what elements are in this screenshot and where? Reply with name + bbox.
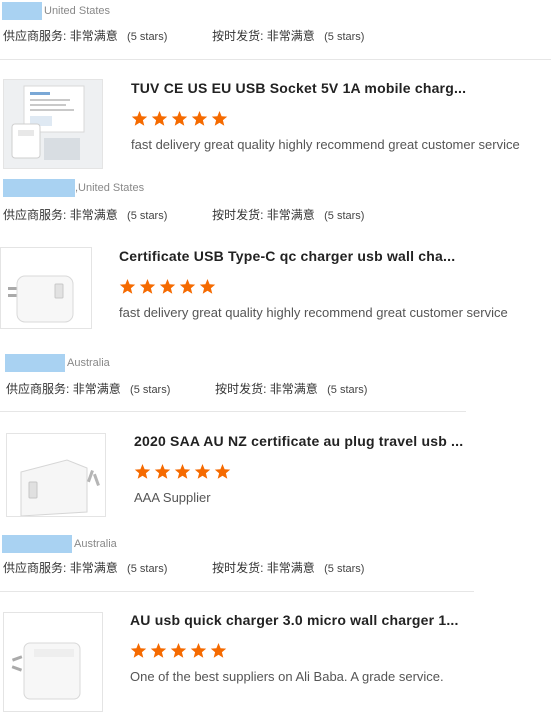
- star-icon: [194, 464, 211, 479]
- reviewer-country: Australia: [74, 538, 117, 550]
- star-icon: [150, 643, 167, 658]
- delivery-label: 按时发货:: [212, 561, 264, 575]
- supplier-service-value: 非常满意: [69, 561, 118, 575]
- review-comment: AAA Supplier: [134, 490, 211, 505]
- supplier-service-stars: (5 stars): [127, 210, 168, 222]
- product-title[interactable]: 2020 SAA AU NZ certificate au plug trave…: [134, 433, 463, 449]
- supplier-service-label: 供应商服务:: [3, 29, 67, 43]
- delivery-label: 按时发货:: [212, 208, 264, 222]
- charger-image: [1, 248, 91, 328]
- product-thumbnail[interactable]: [0, 247, 92, 329]
- delivery-stars: (5 stars): [324, 210, 365, 222]
- star-rating: [119, 278, 216, 295]
- supplier-service-label: 供应商服务:: [6, 382, 70, 396]
- delivery-value: 非常满意: [269, 382, 318, 396]
- rating-summary: 供应商服务: 非常满意 (5 stars) 按时发货: 非常满意 (5 star…: [3, 560, 364, 577]
- reviewer-country: ,United States: [75, 182, 145, 194]
- redacted-name: [3, 179, 75, 197]
- delivery-label: 按时发货:: [215, 382, 267, 396]
- divider: [0, 411, 466, 412]
- product-thumbnail[interactable]: [3, 612, 103, 712]
- star-icon: [134, 464, 151, 479]
- charger-image: [4, 613, 102, 711]
- delivery-label: 按时发货:: [212, 29, 264, 43]
- star-icon: [171, 111, 188, 126]
- review-comment: fast delivery great quality highly recom…: [131, 137, 520, 152]
- star-icon: [131, 111, 148, 126]
- rating-summary: 供应商服务: 非常满意 (5 stars) 按时发货: 非常满意 (5 star…: [6, 381, 367, 398]
- product-title[interactable]: AU usb quick charger 3.0 micro wall char…: [130, 612, 459, 628]
- divider: [0, 59, 551, 60]
- charger-image: [4, 80, 102, 168]
- supplier-service-value: 非常满意: [69, 208, 118, 222]
- supplier-service-value: 非常满意: [69, 29, 118, 43]
- product-title[interactable]: Certificate USB Type-C qc charger usb wa…: [119, 248, 455, 264]
- supplier-service-label: 供应商服务:: [3, 561, 67, 575]
- delivery-value: 非常满意: [266, 561, 315, 575]
- charger-image: [7, 434, 105, 516]
- reviewer-country: United States: [44, 5, 111, 17]
- star-icon: [170, 643, 187, 658]
- reviewer-info: Australia: [2, 535, 117, 553]
- star-icon: [154, 464, 171, 479]
- star-rating: [131, 110, 228, 127]
- star-icon: [159, 279, 176, 294]
- supplier-service-stars: (5 stars): [127, 563, 168, 575]
- delivery-value: 非常满意: [266, 29, 315, 43]
- delivery-stars: (5 stars): [324, 31, 365, 43]
- product-thumbnail[interactable]: [3, 79, 103, 169]
- redacted-name: [5, 354, 65, 372]
- redacted-name: [2, 2, 42, 20]
- star-icon: [190, 643, 207, 658]
- star-icon: [191, 111, 208, 126]
- product-thumbnail[interactable]: [6, 433, 106, 517]
- star-rating: [130, 642, 227, 659]
- star-icon: [119, 279, 136, 294]
- star-icon: [139, 279, 156, 294]
- star-icon: [214, 464, 231, 479]
- review-comment: One of the best suppliers on Ali Baba. A…: [130, 669, 444, 684]
- star-icon: [210, 643, 227, 658]
- star-rating: [134, 463, 231, 480]
- star-icon: [211, 111, 228, 126]
- rating-summary: 供应商服务: 非常满意 (5 stars) 按时发货: 非常满意 (5 star…: [3, 28, 364, 45]
- delivery-stars: (5 stars): [327, 384, 368, 396]
- supplier-service-label: 供应商服务:: [3, 208, 67, 222]
- delivery-stars: (5 stars): [324, 563, 365, 575]
- reviewer-info: Australia: [5, 354, 110, 372]
- review-comment: fast delivery great quality highly recom…: [119, 305, 508, 320]
- supplier-service-value: 非常满意: [72, 382, 121, 396]
- star-icon: [179, 279, 196, 294]
- reviewer-info: United States: [2, 2, 110, 20]
- supplier-service-stars: (5 stars): [130, 384, 171, 396]
- redacted-name: [2, 535, 72, 553]
- star-icon: [199, 279, 216, 294]
- star-icon: [151, 111, 168, 126]
- reviewer-info: ,United States: [3, 179, 144, 197]
- product-title[interactable]: TUV CE US EU USB Socket 5V 1A mobile cha…: [131, 80, 466, 96]
- delivery-value: 非常满意: [266, 208, 315, 222]
- star-icon: [174, 464, 191, 479]
- rating-summary: 供应商服务: 非常满意 (5 stars) 按时发货: 非常满意 (5 star…: [3, 207, 364, 224]
- supplier-service-stars: (5 stars): [127, 31, 168, 43]
- divider: [0, 591, 474, 592]
- star-icon: [130, 643, 147, 658]
- reviewer-country: Australia: [67, 357, 110, 369]
